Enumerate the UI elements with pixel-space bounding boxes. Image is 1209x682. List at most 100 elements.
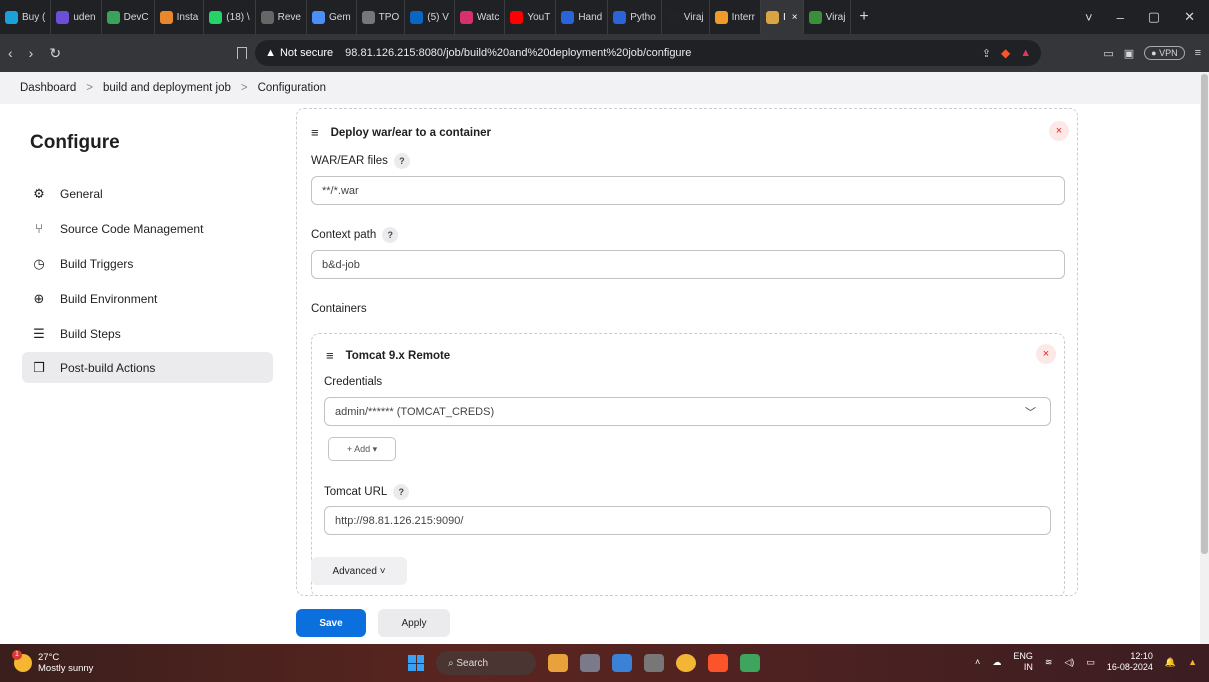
url-bar[interactable]: ▲ Not secure 98.81.126.215:8080/job/buil… (255, 40, 1042, 66)
add-credentials-button[interactable]: + Add ▾ (328, 437, 396, 461)
new-tab-button[interactable]: + (851, 8, 876, 26)
browser-tab[interactable]: Pytho (608, 0, 662, 34)
wifi-icon[interactable]: ≋ (1045, 657, 1053, 668)
close-window-icon[interactable]: ✕ (1184, 9, 1195, 25)
volume-icon[interactable]: ◁) (1064, 657, 1074, 668)
sidebar-item-build-steps[interactable]: ☰ Build Steps (22, 318, 273, 349)
notification-bell-icon[interactable]: 🔔 (1165, 657, 1176, 668)
credentials-label: Credentials (324, 376, 383, 388)
taskbar: 27°CMostly sunny ⌕ Search ˄ ☁ ENGIN ≋ ◁)… (0, 644, 1209, 682)
browser-tab[interactable]: Insta (155, 0, 205, 34)
browser-tab-label: YouT (527, 11, 551, 23)
browser-tab-label: DevC (123, 11, 149, 23)
browser-tab[interactable]: Watc (455, 0, 506, 34)
page-title: Configure (30, 132, 120, 153)
war-files-label: WAR/EAR files ? (311, 153, 410, 169)
battery-icon[interactable]: ▭ (1086, 657, 1095, 668)
sidebar-item-general[interactable]: ⚙ General (22, 178, 273, 209)
c-icon (613, 10, 627, 24)
sidebar-item-source-code-management[interactable]: ⑂ Source Code Management (22, 213, 273, 244)
browser-tab[interactable]: DevC (102, 0, 155, 34)
brave-shield-icon[interactable]: ◆ (1001, 46, 1010, 60)
close-tab-icon[interactable]: × (792, 12, 798, 23)
context-path-input[interactable]: b&d-job (311, 250, 1065, 279)
bookmark-icon[interactable] (237, 47, 248, 59)
brave-icon[interactable] (708, 654, 728, 672)
browser-tab[interactable]: (18) \ (204, 0, 256, 34)
help-icon[interactable]: ? (382, 227, 399, 243)
breadcrumb-configuration[interactable]: Configuration (258, 82, 326, 94)
browser-tab[interactable]: Reve (256, 0, 307, 34)
minimize-icon[interactable]: – (1117, 10, 1124, 25)
browser-tab[interactable]: YouT (505, 0, 557, 34)
page-scrollbar[interactable] (1200, 72, 1209, 644)
browser-tab[interactable]: uden (51, 0, 102, 34)
warning-icon[interactable]: ▲ (265, 47, 276, 59)
back-icon[interactable]: ‹ (8, 45, 13, 61)
not-secure-label[interactable]: Not secure (280, 47, 333, 59)
browser-tab[interactable]: Gem (307, 0, 357, 34)
reload-icon[interactable]: ↻ (49, 45, 61, 62)
browser-tab[interactable]: I × (760, 0, 804, 34)
system-tray: ˄ ☁ ENG IN ≋ ◁) ▭ 12:10 16-08-2024 🔔 ▲ (975, 651, 1197, 673)
share-icon[interactable]: ⇪ (982, 47, 991, 60)
temperature: 27°C (38, 652, 60, 663)
breadcrumb-job[interactable]: build and deployment job (103, 82, 231, 94)
forward-icon[interactable]: › (29, 45, 34, 61)
language-indicator[interactable]: ENG IN (1013, 651, 1033, 673)
tpo-icon (361, 10, 375, 24)
sidebar-toggle-icon[interactable]: ▭ (1103, 47, 1113, 60)
delete-container-button[interactable]: × (1036, 344, 1056, 364)
save-button[interactable]: Save (296, 609, 366, 637)
breadcrumb-dashboard[interactable]: Dashboard (20, 82, 76, 94)
credentials-select[interactable]: admin/****** (TOMCAT_CREDS) ﹀ (324, 397, 1051, 426)
advanced-button[interactable]: Advanced ˅ (311, 557, 407, 585)
task-view-icon[interactable] (580, 654, 600, 672)
wallet-icon[interactable]: ▣ (1124, 47, 1134, 60)
widget-app-icon[interactable] (548, 654, 568, 672)
windows-start-icon[interactable] (408, 655, 424, 671)
drag-handle-icon[interactable]: ≡ (326, 348, 334, 363)
war-files-input[interactable]: **/*.war (311, 176, 1065, 205)
vscode-icon[interactable] (740, 654, 760, 672)
taskbar-search[interactable]: ⌕ Search (436, 651, 536, 675)
apply-button[interactable]: Apply (378, 609, 450, 637)
sidebar-item-post-build-actions[interactable]: ❒ Post-build Actions (22, 352, 273, 383)
drag-handle-icon[interactable]: ≡ (311, 125, 319, 140)
help-icon[interactable]: ? (393, 153, 410, 169)
desktop-app-icon[interactable] (612, 654, 632, 672)
vpn-button[interactable]: ● VPN (1144, 46, 1185, 60)
settings-app-icon[interactable] (644, 654, 664, 672)
tomcat-url-input[interactable]: http://98.81.126.215:9090/ (324, 506, 1051, 535)
tab-search-icon[interactable]: ˅ (1085, 10, 1093, 25)
sidebar-item-label: Build Triggers (60, 256, 134, 271)
tray-chevron-icon[interactable]: ˄ (975, 657, 980, 667)
brave-rewards-icon[interactable]: ▲ (1020, 47, 1031, 59)
browser-tab[interactable]: Buy ( (0, 0, 52, 34)
browser-tab[interactable]: Interr (710, 0, 761, 34)
chrome-icon[interactable] (676, 654, 696, 672)
browser-tab[interactable]: Viraj (804, 0, 852, 34)
browser-tab[interactable]: (5) V (405, 0, 455, 34)
teams-icon[interactable]: ▲ (1188, 657, 1197, 667)
sidebar-item-build-triggers[interactable]: ◷ Build Triggers (22, 248, 273, 279)
weather-widget[interactable]: 27°CMostly sunny (0, 650, 93, 674)
browser-tab-label: uden (73, 11, 96, 23)
browser-tab[interactable]: TPO (357, 0, 406, 34)
sidebar-item-label: General (60, 186, 103, 201)
browser-tab-label: Viraj (825, 11, 846, 23)
browser-tab[interactable]: Hand (556, 0, 609, 34)
onedrive-icon[interactable]: ☁ (992, 657, 1001, 668)
menu-icon[interactable]: ≡ (1195, 47, 1201, 59)
credentials-value: admin/****** (TOMCAT_CREDS) (335, 405, 495, 418)
viraj-icon (808, 10, 822, 24)
restore-icon[interactable]: ▢ (1148, 9, 1160, 25)
scrollbar-thumb[interactable] (1201, 74, 1208, 554)
delete-section-button[interactable]: × (1049, 121, 1069, 141)
url-text[interactable]: 98.81.126.215:8080/job/build%20and%20dep… (345, 47, 691, 59)
help-icon[interactable]: ? (393, 484, 410, 500)
sidebar-item-build-environment[interactable]: ⊕ Build Environment (22, 283, 273, 314)
browser-toolbar-right: ▭ ▣ ● VPN ≡ (1103, 46, 1201, 60)
browser-tab[interactable]: Viraj (662, 0, 710, 34)
clock[interactable]: 12:10 16-08-2024 (1107, 651, 1153, 673)
